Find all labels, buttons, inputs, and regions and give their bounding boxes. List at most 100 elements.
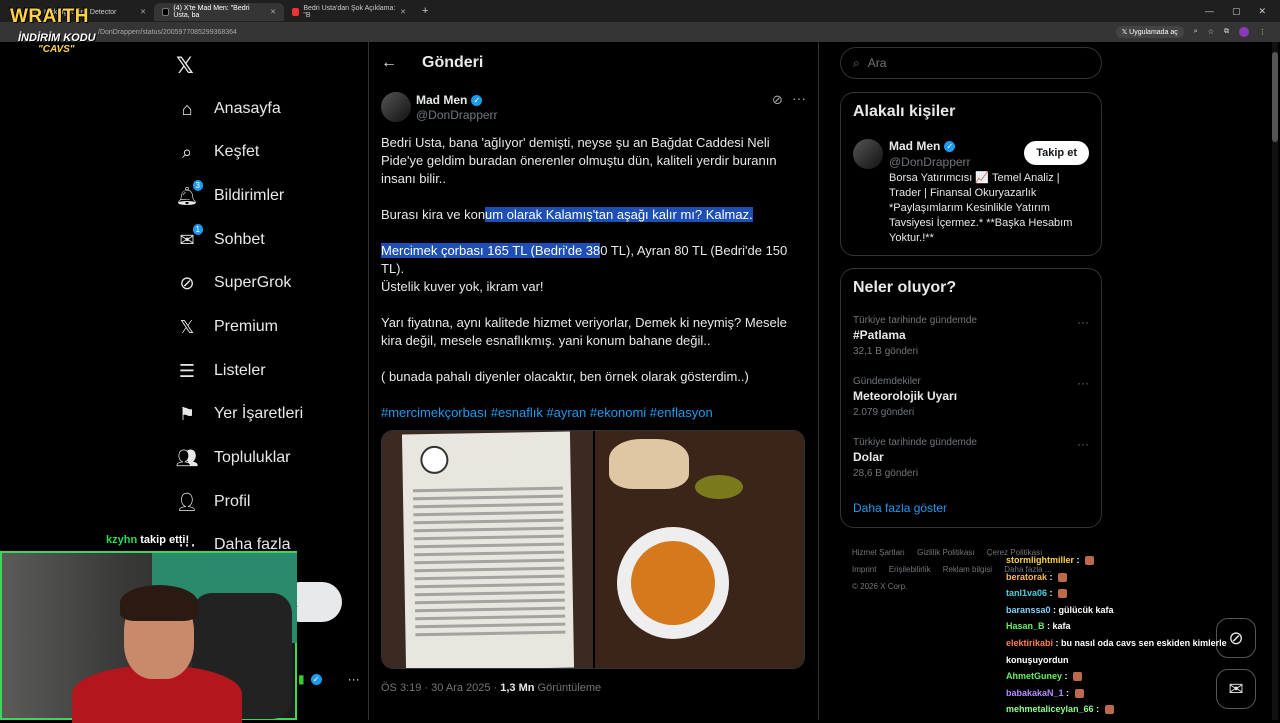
search-input[interactable]: ⌕ Ara [840,47,1102,79]
nav-item-bell[interactable]: 🔔︎3Bildirimler [176,185,284,207]
footer-link[interactable]: Imprint [852,565,876,574]
x-logo-icon[interactable]: 𝕏 [176,53,194,79]
post-text: Bedri Usta, bana 'ağlıyor' demişti, neys… [381,134,801,422]
related-avatar[interactable] [853,139,883,169]
youtube-favicon-icon [292,8,299,16]
post-time[interactable]: ÖS 3:19 · 30 Ara 2025 · [381,682,500,694]
trend-item[interactable]: Türkiye tarihinde gündemde Dolar 28,6 B … [853,437,1089,479]
nav-item-grok[interactable]: ⊘SuperGrok [176,272,291,294]
flag-icon: ▮ [298,672,305,686]
page-scrollbar[interactable] [1272,42,1278,720]
extensions-icon[interactable]: ⧉ [1224,28,1229,36]
receipt-photo[interactable] [382,431,593,668]
notification-badge: 3 [193,180,203,191]
close-window-icon[interactable]: ✕ [1258,6,1266,17]
nav-item-x[interactable]: 𝕏Premium [176,316,278,338]
close-tab-icon[interactable]: ✕ [140,8,146,16]
maximize-icon[interactable]: ▢ [1232,6,1241,17]
chat-username[interactable]: elektirikabi [1006,638,1053,648]
selected-text: um olarak Kalamış'tan aşağı kalır mı? Ka… [485,207,753,222]
more-options-icon[interactable]: ··· [792,90,806,106]
food-photo[interactable] [595,431,804,668]
related-people-card: Alakalı kişiler Mad Men ✓ @DonDrapperr T… [840,92,1102,256]
footer-link[interactable]: Erişilebilirlik [889,565,931,574]
hashtags[interactable]: #mercimekçorbası #esnaflık #ayran #ekono… [381,404,801,422]
account-switcher[interactable]: ▮ ✓ ··· [298,672,360,686]
nav-item-label: Sohbet [214,231,265,249]
footer-link[interactable]: Hizmet Şartları [852,548,905,557]
nav-item-label: Topluluklar [214,449,290,467]
profile-avatar[interactable] [1239,27,1249,37]
sauce-bowl [695,475,743,499]
close-tab-icon[interactable]: ✕ [400,8,406,16]
nav-item-people[interactable]: 👥︎Topluluklar [176,447,290,469]
tab-label: (4) X'te Mad Men: "Bedri Usta, ba [173,5,266,19]
follow-alert: kzyhn takip etti! [106,534,189,546]
receipt-paper [402,432,574,669]
chat-username[interactable]: Hasan_B [1006,621,1045,631]
chat-separator: : [1094,704,1102,714]
close-tab-icon[interactable]: ✕ [270,8,276,16]
verified-badge-icon: ✓ [311,674,322,685]
x-icon: 𝕏 [176,316,198,338]
page-title: Gönderi [422,54,483,72]
chat-username[interactable]: AhmetGuney [1006,671,1062,681]
lentil-soup [631,541,715,625]
zoom-icon[interactable]: ⌕ [1194,28,1198,36]
chat-message: mehmetaliceylan_66 : [1006,701,1246,718]
chat-username[interactable]: babakakaN_1 [1006,688,1064,698]
chat-message: stormlightmiller : [1006,552,1246,569]
promo-code: "CAVS" [38,44,75,55]
receipt-logo [420,446,448,474]
chat-username[interactable]: baranssa0 [1006,605,1051,615]
nav-item-list[interactable]: ☰Listeler [176,360,266,382]
trend-item[interactable]: Gündemdekiler Meteorolojik Uyarı 2.079 g… [853,376,1089,418]
menu-icon[interactable]: ⋮ [1259,28,1266,36]
nav-item-mail[interactable]: ✉1Sohbet [176,229,265,251]
x-favicon-icon [162,8,169,16]
chat-username[interactable]: stormlightmiller [1006,555,1074,565]
footer-link[interactable]: Reklam bilgisi [943,565,992,574]
post-media[interactable] [381,430,805,669]
card-title: Neler oluyor? [853,279,956,297]
nav-item-user[interactable]: 👤︎Profil [176,491,250,513]
chat-username[interactable]: tanl1va06 [1006,588,1047,598]
grok-icon[interactable]: ⊘ [772,92,783,108]
stream-chat: stormlightmiller : beratorak : tanl1va06… [1006,552,1246,718]
related-handle[interactable]: @DonDrapperr [889,155,971,169]
more-options-icon[interactable]: ··· [348,672,360,686]
author-avatar[interactable] [381,92,411,122]
more-options-icon[interactable]: ··· [1077,437,1089,451]
chat-username[interactable]: mehmetaliceylan_66 [1006,704,1094,714]
minimize-icon[interactable]: — [1205,6,1214,17]
footer-link[interactable]: Gizlilik Politikası [917,548,974,557]
trend-context: Gündemdekiler [853,376,1089,387]
open-in-app-button[interactable]: 𝕏 Uygulamada aç [1116,26,1184,38]
back-arrow-icon[interactable]: ← [381,54,397,72]
tab-youtube[interactable]: Bedri Usta'dan Şok Açıklama: "B ✕ [284,3,414,21]
streamer-hair [120,585,198,621]
related-name-text: Mad Men [889,139,940,153]
nav-item-bookmark[interactable]: ⚑Yer İşaretleri [176,403,303,425]
emote-icon [1073,672,1082,681]
show-more-link[interactable]: Daha fazla göster [853,501,947,515]
chat-separator: : [1053,638,1061,648]
follow-alert-user: kzyhn [106,534,137,546]
related-bio: Borsa Yatırımcısı 📈 Temel Analiz | Trade… [889,171,1089,246]
related-name[interactable]: Mad Men ✓ [889,139,955,153]
new-tab-button[interactable]: + [414,5,436,17]
chat-separator: : [1064,688,1072,698]
more-options-icon[interactable]: ··· [1077,376,1089,390]
url-field[interactable]: /DonDrapperr/status/2005977085299368364 [98,29,237,36]
more-options-icon[interactable]: ··· [1077,315,1089,329]
nav-item-search[interactable]: ⌕Keşfet [176,141,259,163]
follow-button[interactable]: Takip et [1024,141,1089,165]
star-icon[interactable]: ☆ [1208,28,1214,36]
chat-username[interactable]: beratorak [1006,572,1047,582]
nav-item-home[interactable]: ⌂Anasayfa [176,98,281,120]
scrollbar-thumb[interactable] [1272,52,1278,142]
trend-item[interactable]: Türkiye tarihinde gündemde #Patlama 32,1… [853,315,1089,357]
author-handle[interactable]: @DonDrapperr [416,108,498,122]
author-name[interactable]: Mad Men ✓ [416,93,482,107]
tab-x-post[interactable]: (4) X'te Mad Men: "Bedri Usta, ba ✕ [154,3,284,21]
